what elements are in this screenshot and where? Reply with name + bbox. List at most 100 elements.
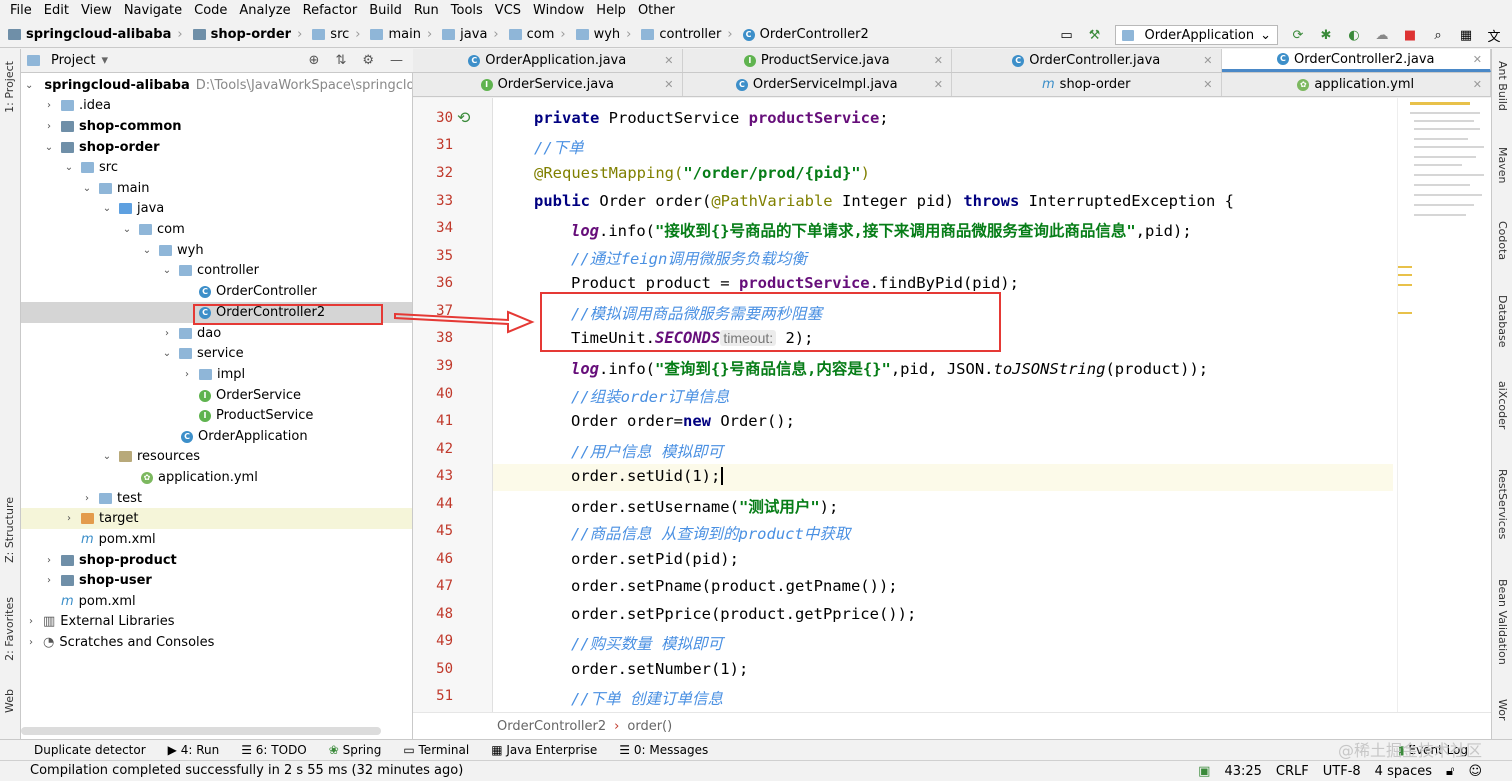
hammer-icon[interactable]: ⚒ (1087, 27, 1103, 43)
breadcrumb-class[interactable]: COrderController2 (743, 27, 869, 42)
close-icon[interactable]: ✕ (1473, 53, 1482, 66)
stop-icon[interactable]: ■ (1402, 27, 1418, 43)
tab-ordercontroller[interactable]: COrderController.java✕ (952, 49, 1222, 72)
breadcrumb-project[interactable]: springcloud-alibaba› (8, 27, 189, 42)
tool-favorites[interactable]: 2: Favorites (3, 597, 16, 661)
breadcrumb-wyh[interactable]: wyh› (576, 27, 638, 42)
tool-web[interactable]: Web (3, 689, 16, 713)
run-configuration-select[interactable]: OrderApplication⌄ (1115, 25, 1279, 45)
close-icon[interactable]: ✕ (934, 54, 943, 67)
debug-icon[interactable]: ✱ (1318, 27, 1334, 43)
tool-aixcoder[interactable]: aiXcoder (1496, 381, 1509, 429)
close-icon[interactable]: ✕ (1203, 54, 1212, 67)
breadcrumb-main[interactable]: main› (370, 27, 438, 42)
menu-other[interactable]: Other (632, 0, 681, 22)
tree-item-controller[interactable]: ⌄controller (21, 260, 413, 281)
tree-item-wyh[interactable]: ⌄wyh (21, 240, 413, 261)
tool-codota[interactable]: Codota (1496, 221, 1509, 260)
tree-item-target[interactable]: ›target (21, 508, 413, 529)
project-view-select[interactable]: Project (51, 53, 95, 68)
status-encoding[interactable]: UTF-8 (1323, 764, 1361, 779)
spring-bean-gutter-icon[interactable]: ⟲ (457, 108, 470, 127)
hide-icon[interactable]: — (390, 53, 403, 68)
tool-restservices[interactable]: RestServices (1496, 469, 1509, 539)
tool-java-enterprise[interactable]: ▦ Java Enterprise (491, 743, 597, 757)
tree-item-shop-order[interactable]: ⌄shop-order (21, 137, 413, 158)
menu-edit[interactable]: Edit (38, 0, 75, 22)
tree-item-impl[interactable]: ›impl (21, 364, 413, 385)
menu-navigate[interactable]: Navigate (118, 0, 188, 22)
status-line-separator[interactable]: CRLF (1276, 764, 1309, 779)
menu-build[interactable]: Build (363, 0, 408, 22)
tool-database[interactable]: Database (1496, 295, 1509, 348)
coverage-icon[interactable]: ◐ (1346, 27, 1362, 43)
tab-orderserviceimpl[interactable]: COrderServiceImpl.java✕ (683, 73, 953, 96)
layout-icon[interactable]: ▭ (1059, 27, 1075, 43)
tree-item-main[interactable]: ⌄main (21, 178, 413, 199)
tab-application-yml[interactable]: ✿application.yml✕ (1222, 73, 1492, 96)
tool-spring[interactable]: ❀ Spring (329, 743, 382, 757)
breadcrumb-class[interactable]: OrderController2 (497, 719, 606, 734)
status-caret-position[interactable]: 43:25 (1224, 764, 1261, 779)
tool-todo[interactable]: ☰ 6: TODO (241, 743, 307, 757)
tool-project[interactable]: 1: Project (3, 61, 16, 113)
menu-file[interactable]: File (4, 0, 38, 22)
tool-structure[interactable]: Z: Structure (3, 497, 16, 563)
status-message[interactable]: Compilation completed successfully in 2 … (30, 763, 463, 778)
tool-bean-validation[interactable]: Bean Validation (1496, 579, 1509, 665)
tree-item-external-libraries[interactable]: ›▥External Libraries (21, 611, 413, 632)
tree-item-pom-root[interactable]: mpom.xml (21, 591, 413, 612)
menu-code[interactable]: Code (188, 0, 233, 22)
menu-help[interactable]: Help (590, 0, 632, 22)
tab-ordercontroller2[interactable]: COrderController2.java✕ (1222, 49, 1492, 72)
close-icon[interactable]: ✕ (1473, 78, 1482, 91)
tool-maven[interactable]: Maven (1496, 147, 1509, 183)
locate-icon[interactable]: ⊕ (309, 53, 320, 68)
breadcrumb-controller[interactable]: controller› (641, 27, 738, 42)
tool-messages[interactable]: ☰ 0: Messages (619, 743, 708, 757)
tree-item-productservice[interactable]: IProductService (21, 405, 413, 426)
menu-vcs[interactable]: VCS (489, 0, 527, 22)
tree-item-orderapplication[interactable]: COrderApplication (21, 426, 413, 447)
menu-window[interactable]: Window (527, 0, 590, 22)
breadcrumb-java[interactable]: java› (442, 27, 504, 42)
tab-orderservice[interactable]: IOrderService.java✕ (413, 73, 683, 96)
tool-run[interactable]: ▶ 4: Run (168, 743, 220, 757)
code-minimap[interactable] (1397, 98, 1491, 712)
tab-productservice[interactable]: IProductService.java✕ (683, 49, 953, 72)
tree-item-shop-product[interactable]: ›shop-product (21, 550, 413, 571)
gear-icon[interactable]: ⚙ (362, 53, 374, 68)
lock-icon[interactable]: 🔓︎ (1446, 764, 1454, 779)
code-editor[interactable]: 30 31 32 33 34 35 36 37 38 39 40 41 42 4… (413, 98, 1491, 712)
close-icon[interactable]: ✕ (1203, 78, 1212, 91)
breadcrumb-method[interactable]: order() (627, 719, 672, 734)
tab-shop-order[interactable]: mshop-order✕ (952, 73, 1222, 96)
tree-item-ordercontroller[interactable]: COrderController (21, 281, 413, 302)
tree-item-application-yml[interactable]: ✿application.yml (21, 467, 413, 488)
rerun-icon[interactable]: ⟳ (1290, 27, 1306, 43)
chevron-down-icon[interactable]: ▾ (101, 53, 108, 68)
breadcrumb-com[interactable]: com› (509, 27, 572, 42)
tree-item-pom-order[interactable]: mpom.xml (21, 529, 413, 550)
tab-orderapplication[interactable]: COrderApplication.java✕ (413, 49, 683, 72)
tree-item-idea[interactable]: ›.idea (21, 95, 413, 116)
tree-item-resources[interactable]: ⌄resources (21, 446, 413, 467)
tree-item-root[interactable]: ⌄springcloud-alibabaD:\Tools\JavaWorkSpa… (21, 75, 413, 96)
tool-terminal[interactable]: ▭ Terminal (403, 743, 469, 757)
tree-item-orderservice[interactable]: IOrderService (21, 385, 413, 406)
horizontal-scrollbar[interactable] (21, 727, 381, 735)
profile-icon[interactable]: ☁ (1374, 27, 1390, 43)
close-icon[interactable]: ✕ (934, 78, 943, 91)
tree-item-java[interactable]: ⌄java (21, 198, 413, 219)
tree-item-service[interactable]: ⌄service (21, 343, 413, 364)
menu-view[interactable]: View (75, 0, 118, 22)
close-icon[interactable]: ✕ (664, 78, 673, 91)
collapse-icon[interactable]: ⇅ (335, 53, 346, 68)
menu-run[interactable]: Run (408, 0, 445, 22)
status-indent[interactable]: 4 spaces (1375, 764, 1432, 779)
search-icon[interactable]: ⌕ (1430, 27, 1446, 43)
translate-icon[interactable]: 文 (1486, 27, 1502, 43)
tree-item-shop-common[interactable]: ›shop-common (21, 116, 413, 137)
tool-ant-build[interactable]: Ant Build (1496, 61, 1509, 111)
tree-item-com[interactable]: ⌄com (21, 219, 413, 240)
